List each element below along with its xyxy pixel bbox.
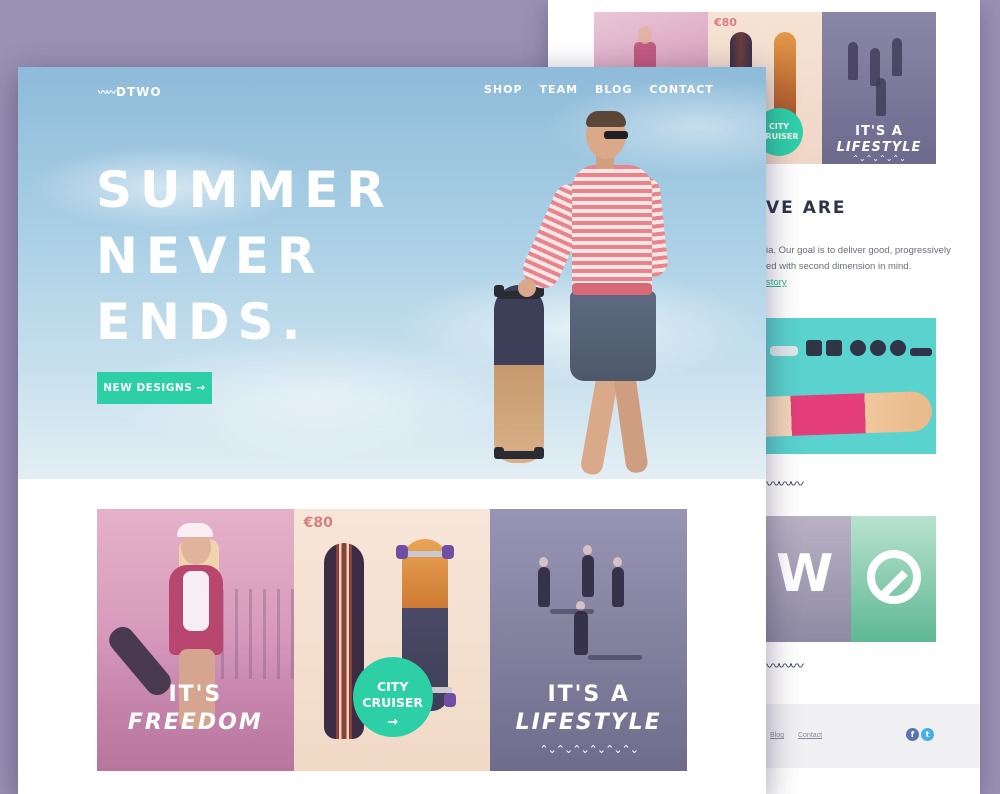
back-photo-strip: W [766,516,936,642]
lifestyle-caption-line2: LIFESTYLE [515,710,662,735]
truck-part-icon [770,346,798,356]
board-wheel [441,545,454,559]
tile-freedom[interactable]: IT'S FREEDOM [97,509,294,771]
site-logo[interactable]: 〰〰 DTWO [98,84,162,100]
back-skater-figure [848,42,858,80]
zigzag-divider: ⌃⌄⌃⌄⌃⌄⌃⌄⌃⌄⌃⌄ [539,743,639,756]
no-sign-icon [867,550,921,604]
hero-model-figure [488,111,688,479]
homepage-preview: 〰〰 DTWO SHOP TEAM BLOG CONTACT SUMMER NE… [18,67,766,794]
about-story-link[interactable]: story [766,275,966,291]
social-links: f t [906,728,934,741]
freedom-caption: IT'S FREEDOM [97,681,294,737]
skater-head [613,557,623,567]
bearing-part-icon [826,340,842,356]
nav-contact[interactable]: CONTACT [649,83,713,96]
lifestyle-caption: IT'S A LIFESTYLE [490,681,687,737]
nav-shop[interactable]: SHOP [484,83,523,96]
main-nav: SHOP TEAM BLOG CONTACT [484,83,714,96]
board-wheel [395,545,408,559]
freedom-model-top [183,571,209,631]
lifestyle-caption-line1: IT'S A [547,682,630,707]
model-hand [518,279,536,297]
about-text: ia. Our goal is to deliver good, progres… [766,243,966,291]
footer-link-blog[interactable]: Blog [770,732,784,739]
twitter-icon[interactable]: t [921,728,934,741]
skater-figure [612,567,625,607]
freedom-caption-line2: FREEDOM [127,710,263,735]
hero-section: 〰〰 DTWO SHOP TEAM BLOG CONTACT SUMMER NE… [18,67,766,479]
squiggle-divider: 〰〰〰 [766,477,804,493]
arrow-right-icon: → [387,714,399,730]
skater-figure [574,611,589,655]
hero-title-line: NEVER [96,227,324,285]
skater-head [583,545,593,555]
back-freedom-head [638,26,652,44]
skater-head [539,557,549,567]
hero-title-line: ENDS. [96,293,309,351]
skateboard-parts-image [766,318,936,454]
back-photo-o [851,516,936,642]
cap-icon [177,523,213,537]
freedom-caption-line1: IT'S [168,682,223,707]
city-cruiser-button[interactable]: CITY CRUISER → [352,657,433,737]
back-photo-w: W [766,516,851,642]
skater-shadow [588,655,643,660]
product-tiles: IT'S FREEDOM €80 CITY CRUISER → IT'S A L… [97,509,688,771]
skater-figure [582,555,595,597]
back-lifestyle-line1: IT'S A [855,124,903,139]
wheel-part-icon [890,340,906,356]
back-price-label: €80 [714,16,737,29]
cruiser-label: CRUISER [362,694,424,710]
tile-lifestyle[interactable]: IT'S A LIFESTYLE ⌃⌄⌃⌄⌃⌄⌃⌄⌃⌄⌃⌄ [490,509,688,771]
back-city-label: CITY [768,122,790,131]
skater-figure [538,567,551,607]
model-leg [579,373,619,477]
price-label: €80 [303,515,333,531]
model-leg [613,371,649,475]
model-hair [586,111,626,127]
city-label: CITY [376,678,409,694]
new-designs-button[interactable]: NEW DESIGNS → [97,372,212,404]
model-shorts [570,291,656,381]
logo-wave-icon: 〰〰 [98,88,116,99]
sunglasses-icon [604,131,628,139]
facebook-icon[interactable]: f [906,728,919,741]
nav-team[interactable]: TEAM [540,83,578,96]
about-text-line1: ia. Our goal is to deliver good, progres… [766,245,951,256]
logo-text: DTWO [116,84,162,99]
back-lifestyle-zigzag: ⌃⌄⌃⌄⌃⌄⌃⌄ [852,154,906,163]
model-sweater-band [572,283,652,295]
nav-blog[interactable]: BLOG [595,83,632,96]
back-skater-figure [892,38,902,76]
footer-links: Blog Contact [770,732,834,739]
wheel-part-icon [870,340,886,356]
footer-link-contact[interactable]: Contact [798,732,822,739]
back-tile-lifestyle[interactable]: IT'S A LIFESTYLE ⌃⌄⌃⌄⌃⌄⌃⌄ [822,12,936,164]
hero-title-line: SUMMER [96,161,393,219]
back-lifestyle-line2: LIFESTYLE [836,140,922,155]
back-skater-figure [876,78,886,116]
truck-part-icon [910,348,932,356]
skater-shadow [550,609,595,614]
bearing-part-icon [806,340,822,356]
back-lifestyle-caption: IT'S A LIFESTYLE [822,124,936,156]
skateboard-deck [766,390,933,438]
board-wheel [443,693,456,707]
model-sweater [572,165,652,295]
tile-city-cruiser[interactable]: €80 CITY CRUISER → [293,509,491,771]
w-letter-graphic: W [776,544,834,604]
about-text-line2: ed with second dimension in mind. [766,261,912,272]
squiggle-divider: 〰〰〰 [766,659,804,675]
wheel-part-icon [850,340,866,356]
hero-title: SUMMER NEVER ENDS. [96,157,393,355]
about-heading: VE ARE [766,198,847,218]
